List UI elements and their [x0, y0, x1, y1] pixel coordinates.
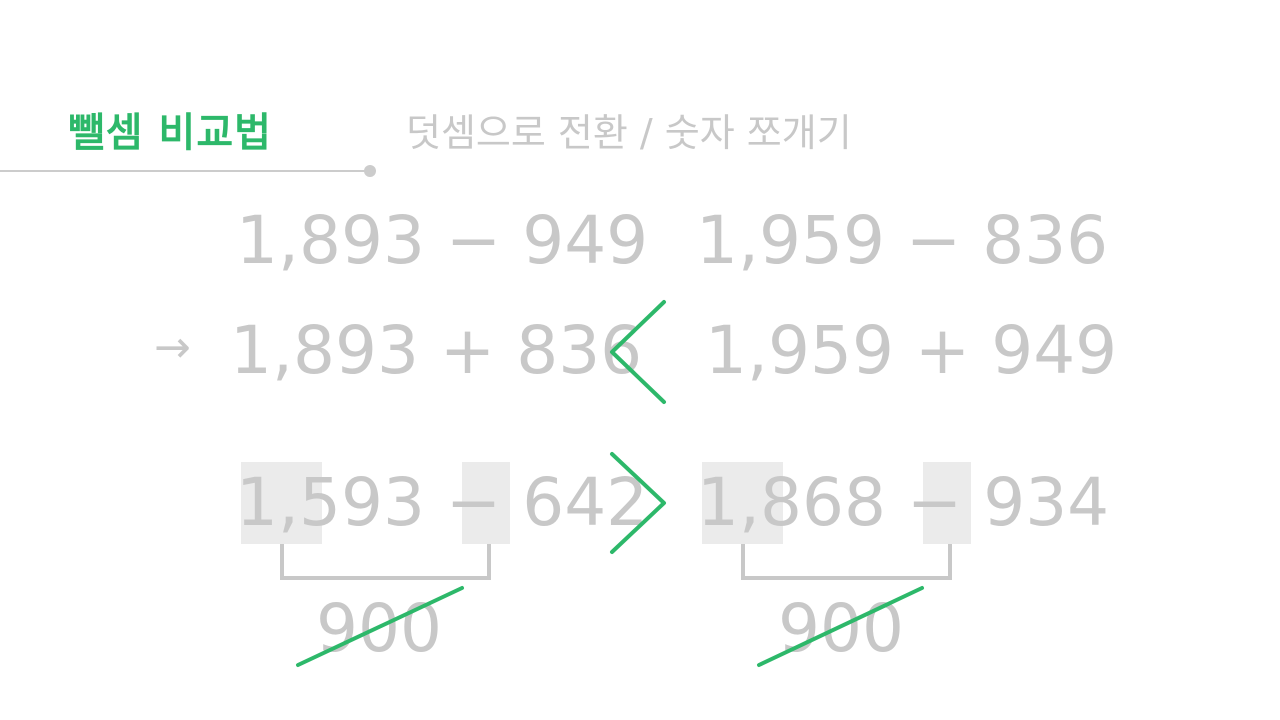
strike-line-right	[757, 586, 924, 667]
less-than-icon	[610, 300, 666, 404]
annotation-layer	[296, 300, 924, 667]
greater-than-icon	[610, 452, 666, 554]
strike-line-left	[296, 586, 464, 667]
